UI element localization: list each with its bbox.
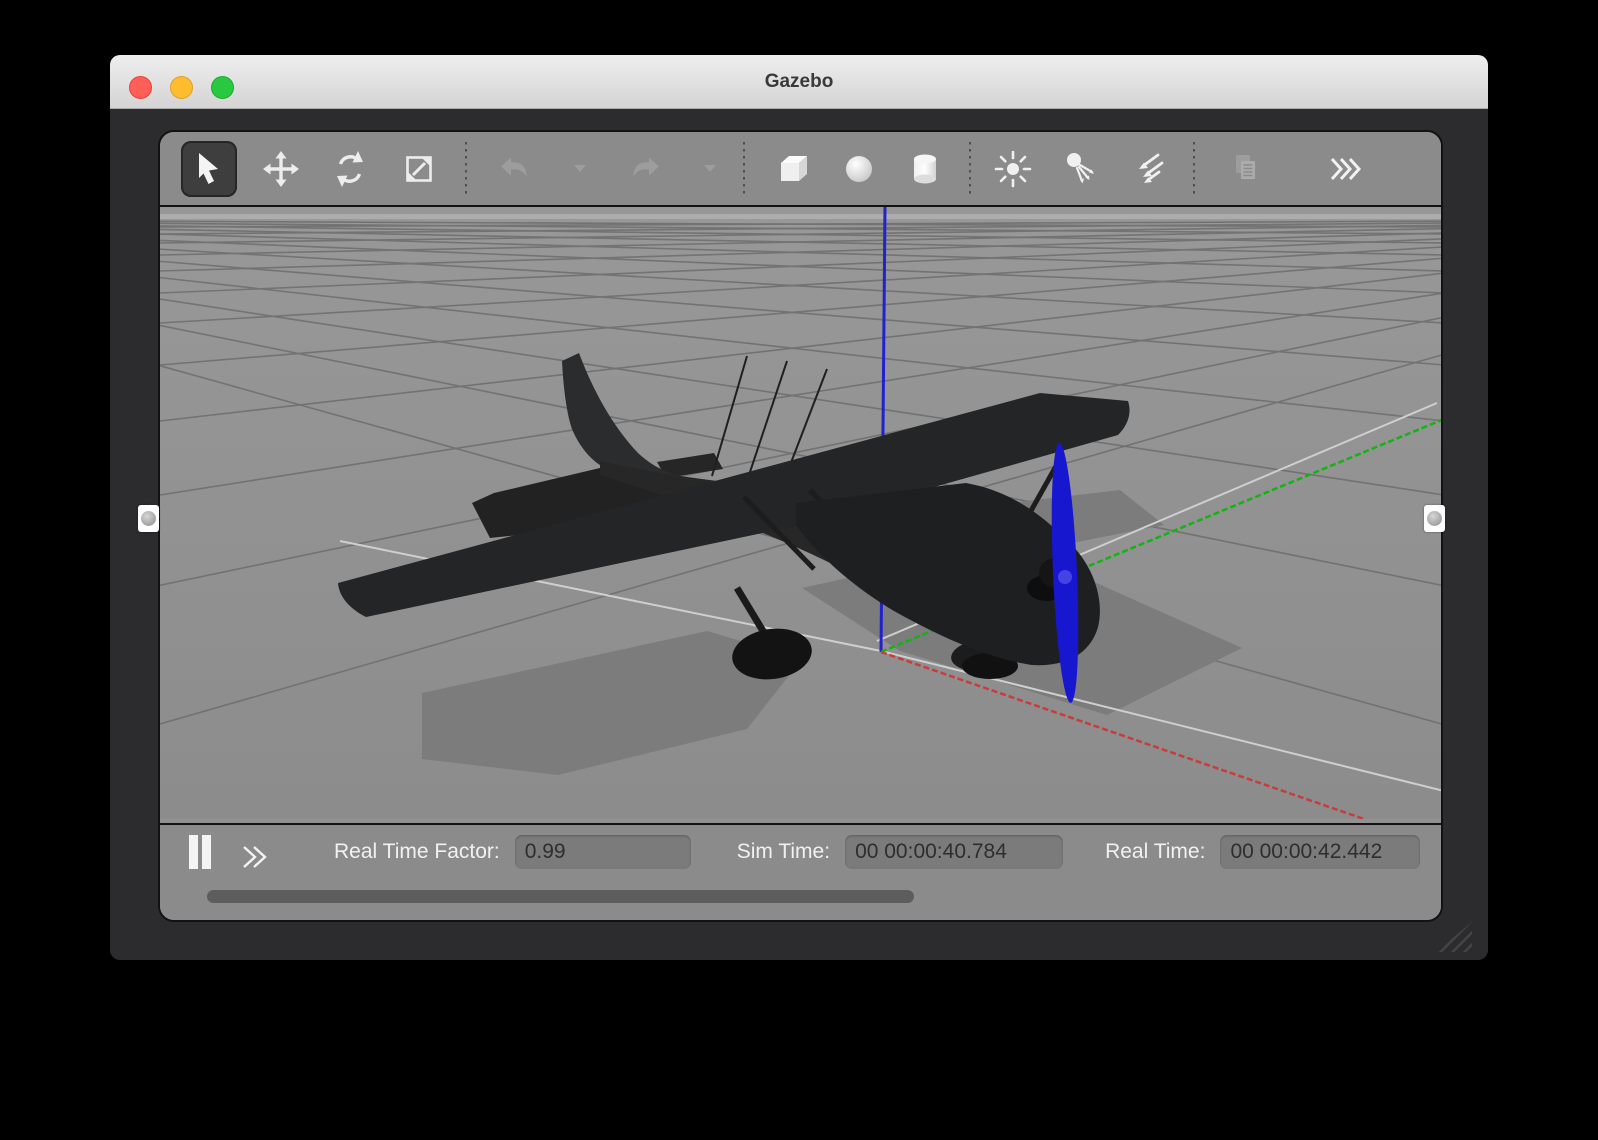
toolbar	[160, 132, 1441, 205]
scale-tool-button[interactable]	[391, 141, 447, 197]
horizon-band	[160, 214, 1441, 219]
undo-history-button[interactable]	[569, 141, 591, 197]
move-arrows-icon	[261, 149, 301, 189]
scrollstrip	[160, 879, 1441, 920]
redo-button[interactable]	[617, 141, 673, 197]
toolbar-overflow-button[interactable]	[1317, 141, 1373, 197]
left-panel-handle[interactable]	[138, 505, 159, 532]
real-time-field[interactable]: 00 00:00:42.442	[1220, 835, 1420, 869]
sim-time-field[interactable]: 00 00:00:40.784	[845, 835, 1063, 869]
undo-arrow-icon	[495, 149, 535, 189]
triple-chevron-icon	[1328, 155, 1362, 183]
main-panel: Real Time Factor: 0.99 Sim Time: 00 00:0…	[158, 130, 1443, 922]
right-panel-handle[interactable]	[1424, 505, 1445, 532]
parallel-arrows-icon	[1128, 148, 1170, 190]
toolbar-separator	[465, 142, 467, 196]
resize-grip[interactable]	[1436, 922, 1472, 952]
rotate-arrows-icon	[330, 149, 370, 189]
insert-sphere-button[interactable]	[831, 141, 887, 197]
render-viewport[interactable]	[160, 205, 1441, 825]
statusbar: Real Time Factor: 0.99 Sim Time: 00 00:0…	[160, 825, 1441, 879]
sim-time-label: Sim Time:	[737, 840, 830, 864]
real-time-label: Real Time:	[1105, 840, 1205, 864]
point-light-button[interactable]	[985, 141, 1041, 197]
toolbar-separator	[969, 142, 971, 196]
spot-light-button[interactable]	[1053, 141, 1109, 197]
redo-history-button[interactable]	[699, 141, 721, 197]
pause-button[interactable]	[180, 830, 220, 874]
spotlight-icon	[1060, 148, 1102, 190]
titlebar[interactable]: Gazebo	[110, 55, 1488, 109]
rotate-tool-button[interactable]	[322, 141, 378, 197]
gazebo-window: Gazebo	[110, 55, 1488, 960]
handle-dot-icon	[1427, 511, 1442, 526]
real-time-factor-label: Real Time Factor:	[334, 840, 500, 864]
horizontal-scrollbar[interactable]	[207, 890, 914, 903]
double-chevron-icon	[238, 842, 278, 872]
toolbar-separator	[1193, 142, 1195, 196]
insert-box-button[interactable]	[765, 141, 821, 197]
statusbar-expand-button[interactable]	[238, 842, 278, 877]
copy-pages-icon	[1224, 148, 1266, 190]
redo-arrow-icon	[625, 149, 665, 189]
window-title: Gazebo	[110, 55, 1488, 108]
cursor-icon	[189, 149, 229, 189]
translate-tool-button[interactable]	[253, 141, 309, 197]
pause-icon	[186, 833, 214, 871]
handle-dot-icon	[141, 511, 156, 526]
real-time-factor-field[interactable]: 0.99	[515, 835, 691, 869]
directional-light-button[interactable]	[1121, 141, 1177, 197]
scale-arrows-icon	[399, 149, 439, 189]
dropdown-triangle-icon	[703, 164, 717, 173]
dropdown-triangle-icon	[573, 164, 587, 173]
toolbar-separator	[743, 142, 745, 196]
sun-icon	[992, 148, 1034, 190]
cylinder-icon	[904, 148, 946, 190]
cube-icon	[772, 148, 814, 190]
scene-canvas	[160, 207, 1441, 819]
sphere-icon	[838, 148, 880, 190]
undo-button[interactable]	[487, 141, 543, 197]
copy-button[interactable]	[1217, 141, 1273, 197]
select-tool-button[interactable]	[181, 141, 237, 197]
insert-cylinder-button[interactable]	[897, 141, 953, 197]
